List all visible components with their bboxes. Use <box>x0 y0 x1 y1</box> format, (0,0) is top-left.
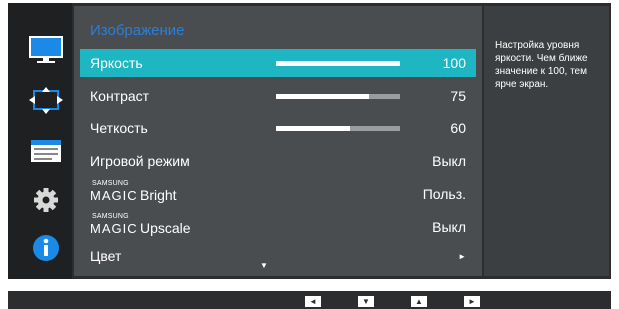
menu-title: Изображение <box>90 22 185 39</box>
down-button[interactable]: ▼ <box>358 296 374 307</box>
sidebar <box>8 3 72 279</box>
menu-item-magic-upscale[interactable]: SAMSUNG MAGIC Upscale Выкл <box>80 213 476 241</box>
menu-item-color[interactable]: Цвет ► <box>80 242 476 270</box>
menu-item-value: Выкл <box>432 219 466 235</box>
info-icon[interactable] <box>28 233 64 263</box>
right-button[interactable]: ► <box>464 296 480 307</box>
menu-item-magic-bright[interactable]: SAMSUNG MAGIC Bright Польз. <box>80 180 476 208</box>
left-button[interactable]: ◄ <box>305 296 321 307</box>
menu-item-brightness[interactable]: Яркость 100 <box>80 49 476 77</box>
magic-brand-logo: SAMSUNG MAGIC <box>90 180 138 203</box>
help-text: Настройка уровня яркости. Чем ближе знач… <box>495 40 588 90</box>
menu-item-label: SAMSUNG MAGIC Upscale <box>90 213 191 236</box>
menu-item-game-mode[interactable]: Игровой режим Выкл <box>80 147 476 175</box>
magic-brand-logo: SAMSUNG MAGIC <box>90 213 138 236</box>
up-button[interactable]: ▲ <box>411 296 427 307</box>
gear-icon[interactable] <box>28 185 64 215</box>
menu-item-value: Выкл <box>432 153 466 169</box>
menu-item-value: 100 <box>442 55 466 71</box>
menu-item-label: SAMSUNG MAGIC Bright <box>90 180 177 203</box>
picture-menu: Изображение Яркость 100 Контраст 75 Четк… <box>74 6 482 276</box>
menu-item-label: Четкость <box>90 120 148 136</box>
brightness-slider[interactable] <box>276 61 400 66</box>
help-panel: Настройка уровня яркости. Чем ближе знач… <box>484 6 609 276</box>
menu-item-value: Польз. <box>422 186 466 202</box>
settings-list-icon[interactable] <box>28 136 64 166</box>
menu-item-value: 75 <box>450 88 466 104</box>
menu-item-label: Контраст <box>90 88 150 104</box>
position-icon[interactable] <box>28 86 64 116</box>
scroll-down-indicator[interactable]: ▼ <box>260 261 268 270</box>
sharpness-slider[interactable] <box>276 126 400 131</box>
menu-item-sharpness[interactable]: Четкость 60 <box>80 114 476 142</box>
contrast-slider[interactable] <box>276 94 400 99</box>
menu-item-contrast[interactable]: Контраст 75 <box>80 82 476 110</box>
menu-item-label: Игровой режим <box>90 153 190 169</box>
submenu-arrow-icon: ► <box>458 252 466 261</box>
menu-item-label: Яркость <box>90 55 143 71</box>
menu-item-label: Цвет <box>90 248 122 264</box>
monitor-icon[interactable] <box>28 35 64 65</box>
menu-item-value: 60 <box>450 120 466 136</box>
